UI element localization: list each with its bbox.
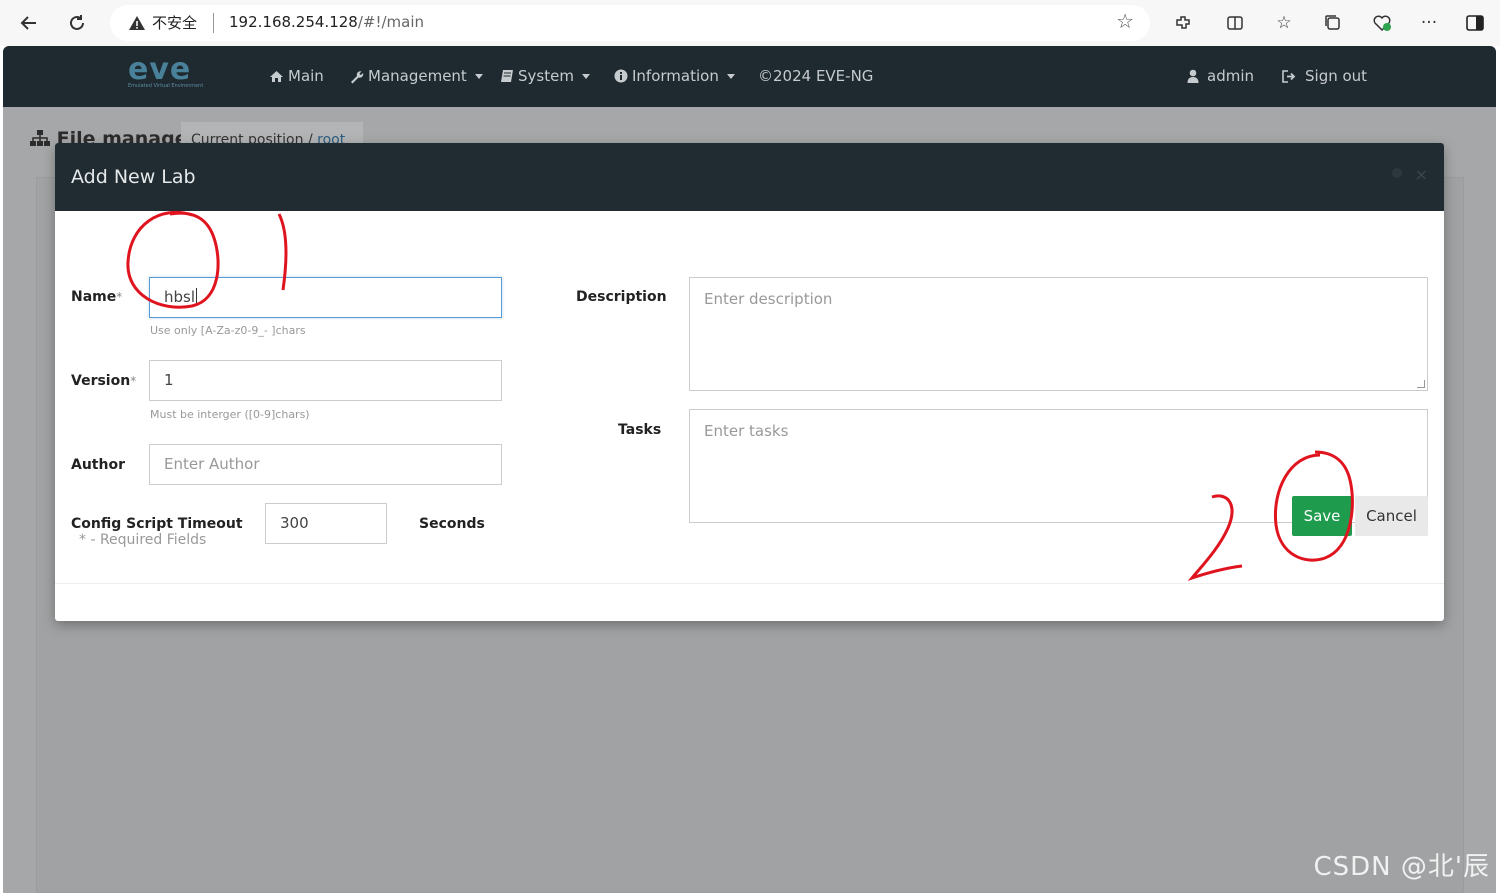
url-path: /#!/main — [357, 13, 424, 31]
caret-down-icon — [474, 73, 483, 79]
name-input[interactable]: hbsl — [149, 277, 502, 318]
dialog-dot-icon — [1392, 168, 1402, 178]
resize-grip-icon[interactable] — [1417, 380, 1425, 388]
logo-text: eve — [128, 52, 192, 87]
close-icon[interactable]: × — [1415, 165, 1428, 184]
logo-subtitle: Emulated Virtual Environment — [128, 83, 204, 89]
user-name: admin — [1207, 67, 1254, 85]
nav-management-label: Management — [368, 67, 467, 85]
address-bar[interactable]: 不安全 192.168.254.128/#!/main ☆ — [110, 5, 1150, 41]
save-button[interactable]: Save — [1292, 496, 1352, 536]
nav-user[interactable]: admin — [1187, 67, 1254, 85]
home-icon — [270, 70, 283, 82]
reload-icon[interactable] — [62, 8, 92, 38]
version-label: Version — [71, 373, 131, 389]
browser-toolbar: 不安全 192.168.254.128/#!/main ☆ ☆ ··· — [0, 0, 1500, 46]
sidebar-toggle-icon[interactable] — [1462, 10, 1488, 36]
csdn-watermark: CSDN @北'辰 — [1313, 852, 1490, 882]
name-label: Name — [71, 289, 117, 305]
dialog-header: Add New Lab × — [55, 143, 1444, 211]
nav-system[interactable]: System — [500, 67, 590, 85]
nav-copyright[interactable]: ©2024 EVE-NG — [758, 67, 873, 85]
version-input[interactable]: 1 — [149, 360, 502, 401]
url-host: 192.168.254.128 — [229, 13, 358, 31]
description-label: Description — [576, 289, 667, 305]
warning-icon — [129, 15, 145, 30]
sitemap-icon — [30, 130, 50, 146]
timeout-label: Config Script Timeout — [71, 516, 243, 532]
nav-information-label: Information — [632, 67, 719, 85]
nav-system-label: System — [518, 67, 574, 85]
caret-down-icon — [726, 73, 735, 79]
required-mark: * — [130, 374, 137, 388]
name-help: Use only [A-Za-z0-9_- ]chars — [150, 324, 306, 337]
nav-management[interactable]: Management — [349, 67, 483, 85]
split-screen-icon[interactable] — [1222, 10, 1248, 36]
url-divider — [213, 13, 214, 33]
timeout-input[interactable]: 300 — [265, 503, 387, 544]
user-icon — [1187, 69, 1199, 83]
collections-icon[interactable] — [1320, 10, 1346, 36]
sign-out-icon — [1282, 69, 1296, 83]
favorite-star-icon[interactable]: ☆ — [1116, 9, 1134, 33]
nav-main[interactable]: Main — [269, 67, 324, 85]
favorites-icon[interactable]: ☆ — [1271, 10, 1297, 36]
eve-logo[interactable]: eve Emulated Virtual Environment — [128, 52, 228, 97]
tasks-label: Tasks — [618, 422, 662, 438]
extensions-icon[interactable] — [1170, 10, 1196, 36]
top-navbar: eve Emulated Virtual Environment Main Ma… — [3, 46, 1496, 107]
insecure-label: 不安全 — [152, 14, 198, 32]
required-fields-note: * - Required Fields — [79, 532, 207, 548]
caret-down-icon — [581, 73, 590, 79]
tasks-placeholder: Enter tasks — [704, 422, 789, 440]
version-help: Must be interger ([0-9]chars) — [150, 408, 310, 421]
required-mark: * — [116, 290, 123, 304]
nav-signout[interactable]: Sign out — [1282, 67, 1367, 85]
author-label: Author — [71, 457, 125, 473]
description-textarea[interactable]: Enter description — [689, 277, 1428, 391]
insecure-indicator[interactable]: 不安全 — [128, 12, 197, 33]
more-menu-icon[interactable]: ··· — [1416, 10, 1442, 36]
author-input[interactable]: Enter Author — [149, 444, 502, 485]
wrench-icon — [351, 70, 364, 83]
info-icon — [614, 69, 628, 83]
dialog-footer-divider — [55, 583, 1444, 584]
add-new-lab-dialog: Add New Lab × Name* hbsl Use only [A-Za-… — [55, 143, 1444, 621]
copyright-label: ©2024 EVE-NG — [758, 67, 874, 85]
name-label-wrap: Name* — [71, 289, 122, 305]
version-label-wrap: Version* — [71, 373, 136, 389]
text-cursor — [196, 288, 198, 306]
name-input-value: hbsl — [164, 288, 196, 306]
dialog-title: Add New Lab — [71, 166, 196, 188]
url-text[interactable]: 192.168.254.128/#!/main — [229, 13, 424, 31]
signout-label: Sign out — [1305, 67, 1368, 85]
browser-essentials-icon[interactable] — [1369, 10, 1395, 36]
timeout-unit: Seconds — [419, 516, 485, 532]
cancel-button[interactable]: Cancel — [1355, 496, 1428, 536]
system-icon — [501, 70, 513, 82]
description-placeholder: Enter description — [704, 290, 833, 308]
nav-information[interactable]: Information — [614, 67, 735, 85]
eve-ng-app: eve Emulated Virtual Environment Main Ma… — [3, 46, 1496, 893]
nav-main-label: Main — [288, 67, 324, 85]
back-arrow-icon[interactable] — [14, 8, 44, 38]
